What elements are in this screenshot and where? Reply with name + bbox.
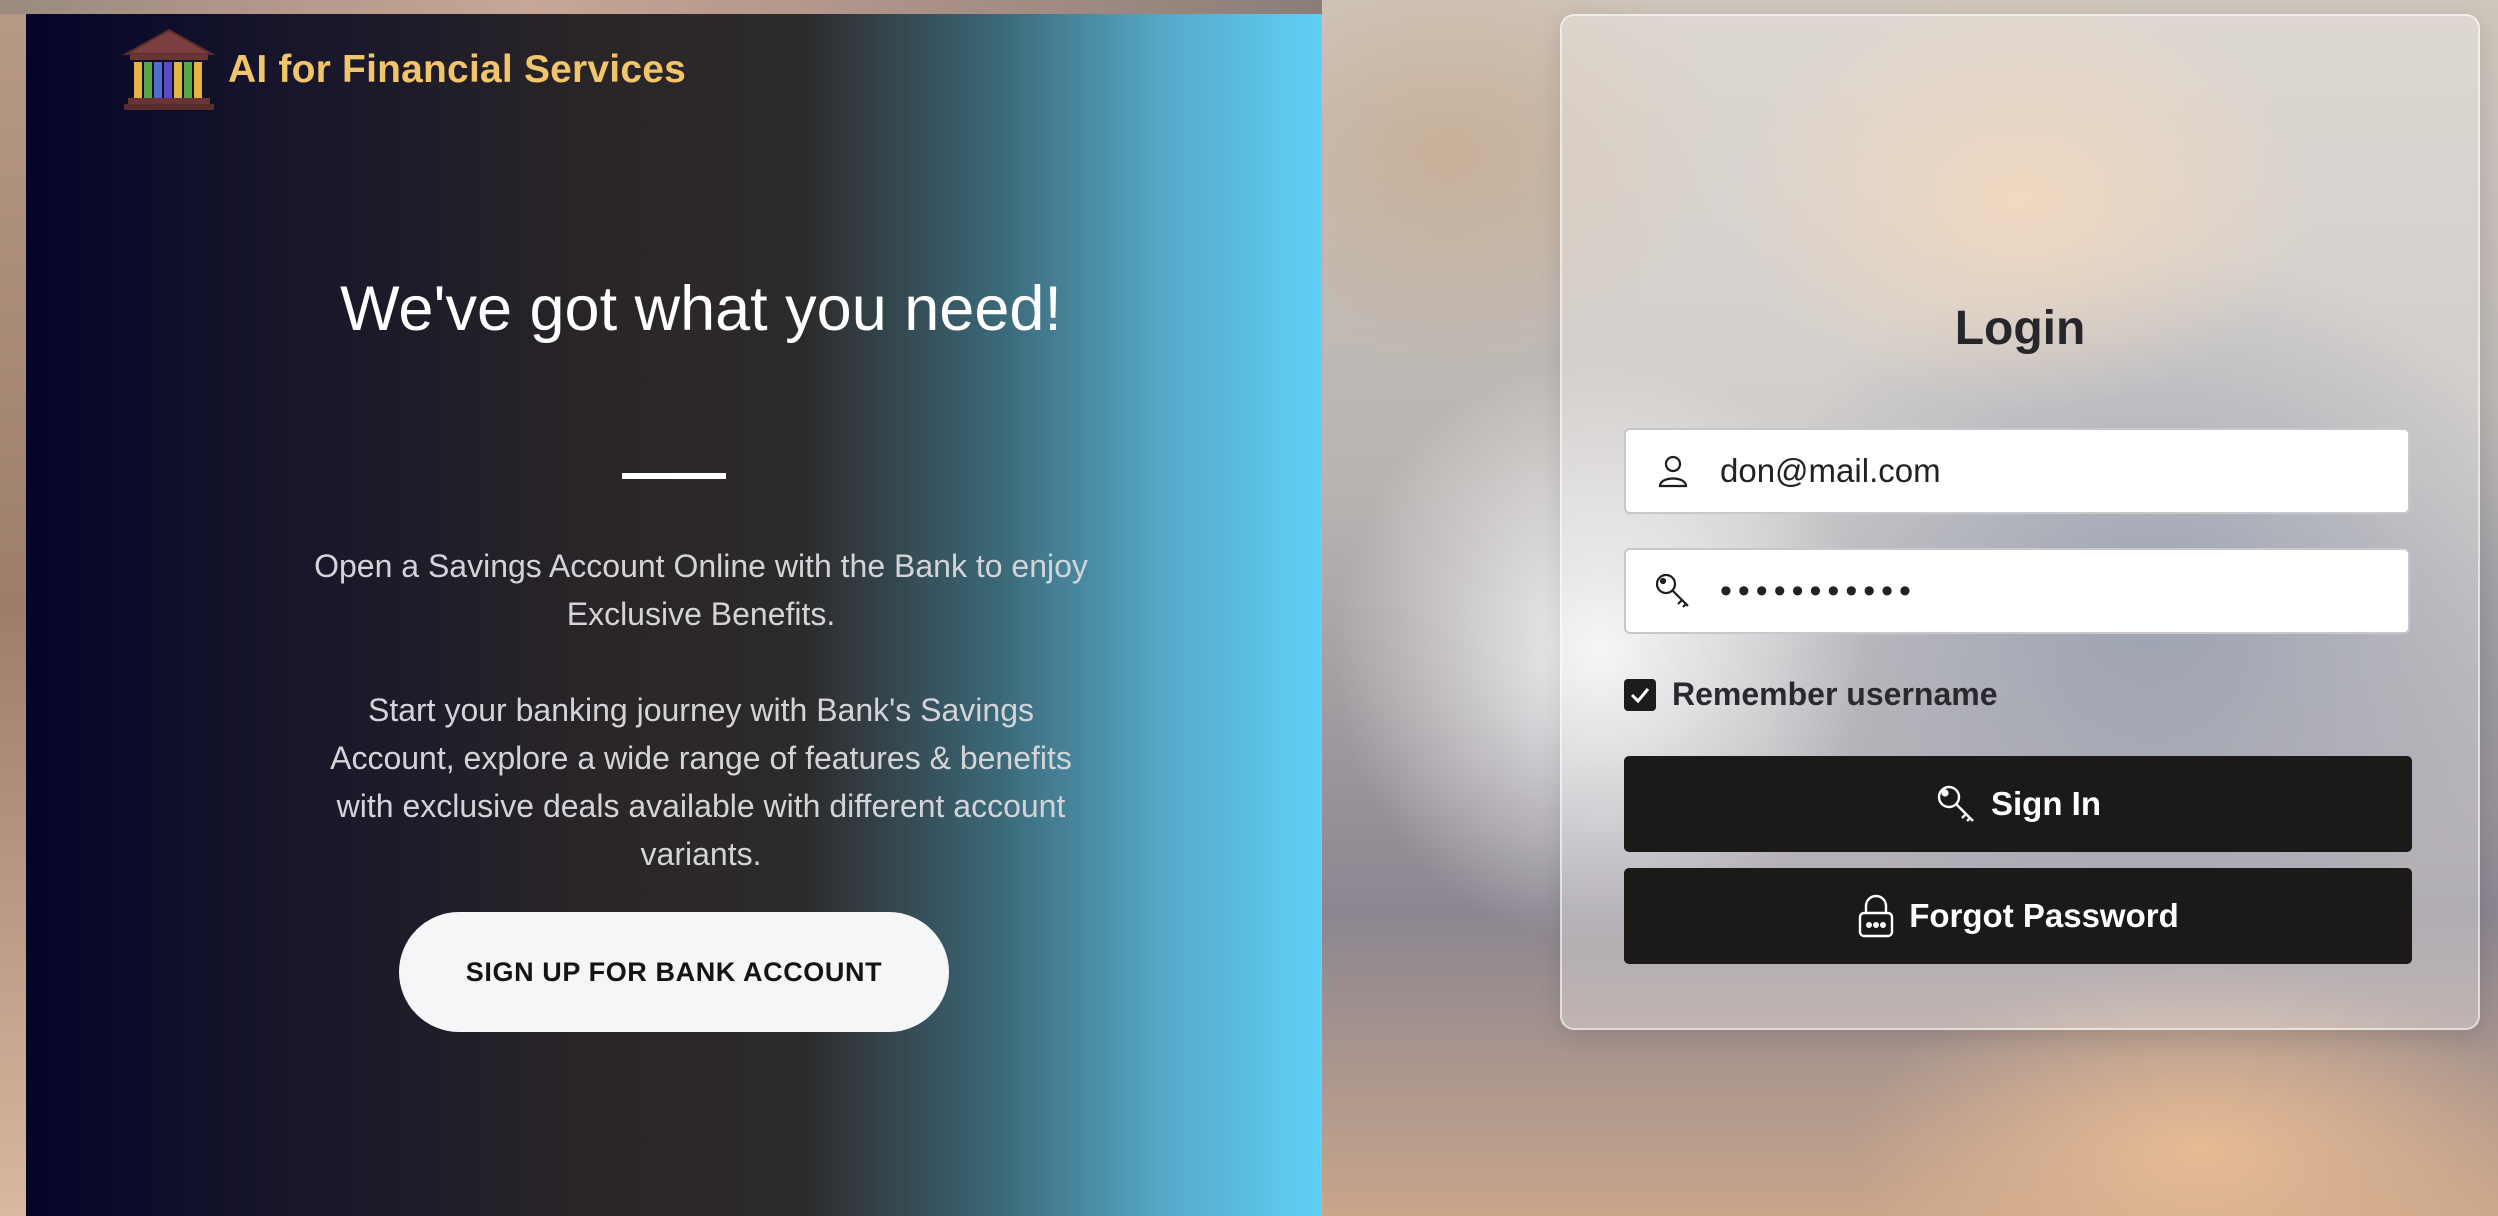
hero-intro-text: Open a Savings Account Online with the B…	[314, 548, 1088, 632]
brand[interactable]: AI for Financial Services	[122, 28, 686, 112]
login-card: Login Remember username	[1560, 14, 2480, 1030]
username-input[interactable]	[1720, 452, 2380, 490]
key-icon	[1626, 548, 1720, 634]
hero-divider	[622, 473, 726, 479]
hero-description-text: Start your banking journey with Bank's S…	[330, 692, 1072, 872]
password-field[interactable]	[1624, 548, 2410, 634]
background-photo-edge	[0, 0, 26, 1216]
password-input[interactable]	[1720, 571, 2380, 611]
remember-username[interactable]: Remember username	[1624, 676, 1997, 713]
bank-building-icon	[122, 28, 216, 110]
hero-title: We've got what you need!	[340, 274, 1062, 344]
background-photo-top	[0, 0, 1322, 14]
username-field[interactable]	[1624, 428, 2410, 514]
forgot-password-button[interactable]: Forgot Password	[1624, 868, 2412, 964]
key-icon	[1937, 785, 1974, 822]
forgot-password-label: Forgot Password	[1909, 897, 2179, 934]
user-icon	[1626, 428, 1720, 514]
remember-label: Remember username	[1672, 676, 1998, 712]
lock-icon	[1859, 894, 1894, 938]
remember-checkbox[interactable]	[1624, 678, 1656, 711]
brand-name: AI for Financial Services	[228, 48, 687, 91]
login-title: Login	[1954, 302, 2086, 355]
sign-in-label: Sign In	[1991, 785, 2101, 822]
signup-button[interactable]: SIGN UP FOR BANK ACCOUNT	[399, 912, 949, 1032]
hero-panel: AI for Financial Services We've got what…	[26, 14, 1322, 1216]
sign-in-button[interactable]: Sign In	[1624, 756, 2412, 852]
